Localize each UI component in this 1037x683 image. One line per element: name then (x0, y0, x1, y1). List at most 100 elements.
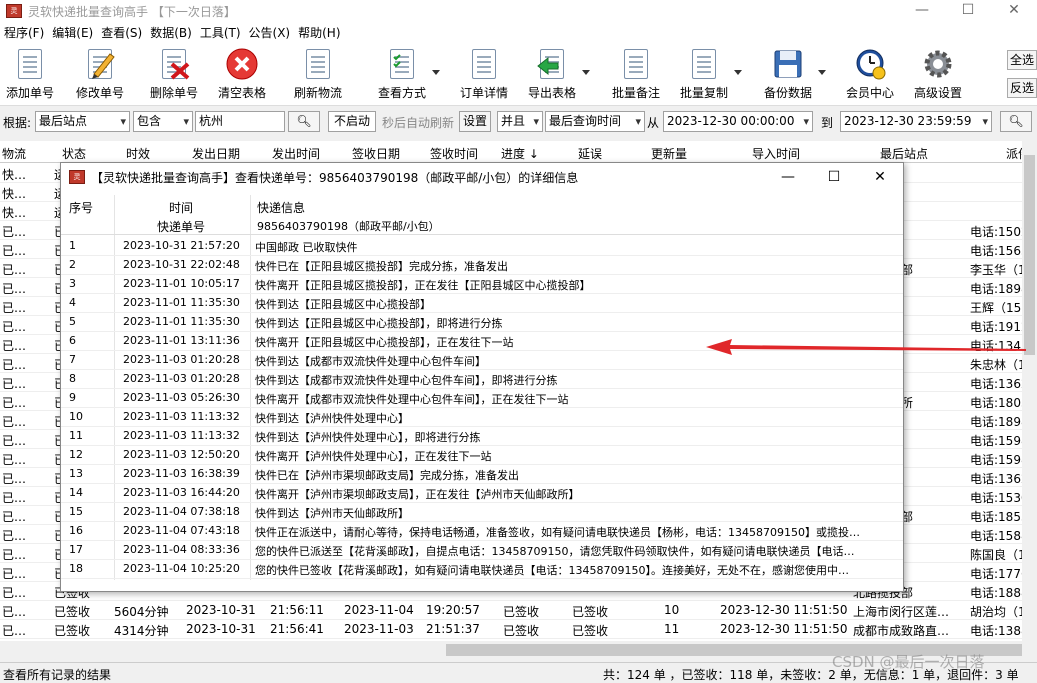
dialog-table-cell: 快件已在【泸州市渠坝邮政支局】完成分拣，准备发出 (255, 469, 519, 482)
dialog-table-row[interactable]: 5 2023-11-01 11:35:30 快件到达【正阳县城区中心揽投部】，即将进… (61, 313, 903, 332)
advanced-settings-button[interactable]: 高级设置 (912, 46, 964, 102)
col-updates[interactable]: 更新量 (651, 145, 687, 162)
settings-button[interactable]: 设置 (459, 111, 491, 132)
filter-search-button[interactable]: 🔍︎ (288, 111, 320, 132)
dialog-table-row[interactable]: 12 2023-11-03 12:50:20 快件离开【泸州快件处理中心】，正在发往… (61, 446, 903, 465)
dialog-close-button[interactable]: ✕ (857, 163, 903, 191)
edit-number-button[interactable]: 修改单号 (74, 46, 126, 102)
col-sign-time[interactable]: 签收时间 (430, 145, 478, 162)
refresh-logistics-button[interactable]: 刷新物流 (292, 46, 344, 102)
table-cell: 陈国良（1 (970, 548, 1022, 562)
batch-note-button[interactable]: 批量备注 (610, 46, 662, 102)
menu-program[interactable]: 程序(F) (0, 24, 48, 41)
dialog-table-row[interactable]: 15 2023-11-04 07:38:18 快件到达【泸州市天仙邮政所】 (61, 503, 903, 522)
table-row[interactable]: 已… 已签收 4314分钟 2023-10-31 21:56:41 2023-11-03 2… (0, 620, 1022, 639)
col-send-time[interactable]: 发出时间 (272, 145, 320, 162)
dialog-table-cell: 2023-10-31 21:57:20 (123, 239, 240, 252)
filter-value-input[interactable]: 杭州 (195, 111, 285, 132)
dialog-table-cell: 12 (69, 448, 83, 461)
menu-edit[interactable]: 编辑(E) (48, 24, 97, 41)
menu-notice[interactable]: 公告(X) (245, 24, 295, 41)
dialog-table-row[interactable]: 4 2023-11-01 11:35:30 快件到达【正阳县城区中心揽投部】 (61, 294, 903, 313)
col-status[interactable]: 状态 (62, 145, 86, 162)
dialog-table-row[interactable]: 3 2023-11-01 10:05:17 快件离开【正阳县城区揽投部】，正在发往【… (61, 275, 903, 294)
table-cell: 已签收 (572, 624, 609, 638)
dialog-table-row[interactable]: 17 2023-11-04 08:33:36 您的快件已派送至【花背溪邮政】，自提点… (61, 541, 903, 560)
menu-help[interactable]: 帮助(H) (294, 24, 344, 41)
table-cell: 已… (2, 567, 27, 581)
col-logistics[interactable]: 物流 (2, 145, 26, 162)
dialog-table-cell: 7 (69, 353, 76, 366)
col-sign-date[interactable]: 签收日期 (352, 145, 400, 162)
dialog-table-cell: 快件离开【泸州市渠坝邮政支局】，正在发往【泸州市天仙邮政所】 (255, 488, 580, 501)
dialog-table-cell: 快件到达【泸州快件处理中心】 (255, 412, 409, 425)
delete-number-button[interactable]: 删除单号 (148, 46, 200, 102)
dialog-table-row[interactable]: 9 2023-11-03 05:26:30 快件离开【成都市双流快件处理中心包件车间… (61, 389, 903, 408)
auto-refresh-toggle[interactable]: 不启动 (328, 111, 376, 132)
dialog-table-row[interactable]: 16 2023-11-04 07:43:18 快件正在派送中，请耐心等待，保持电话畅… (61, 522, 903, 541)
gear-icon (922, 48, 954, 80)
dialog-table-cell: 快件到达【正阳县城区中心揽投部】 (255, 298, 431, 311)
select-all-button[interactable]: 全选 (1007, 50, 1037, 70)
minimize-button[interactable]: — (899, 0, 945, 22)
col-progress[interactable]: 进度 ↓ (501, 145, 539, 162)
table-cell: 王辉（152 (970, 301, 1022, 315)
order-detail-button[interactable]: 订单详情 (458, 46, 510, 102)
dialog-table-row[interactable]: 2 2023-10-31 22:02:48 快件已在【正阳县城区揽投部】完成分拣，准… (61, 256, 903, 275)
logic-select[interactable]: 并且 (497, 111, 543, 132)
copy-dropdown-icon[interactable] (734, 70, 742, 75)
clear-table-button[interactable]: 清空表格 (216, 46, 268, 102)
time-field-select[interactable]: 最后查询时间 (545, 111, 645, 132)
vertical-scrollbar[interactable] (1022, 141, 1037, 641)
dialog-maximize-button[interactable]: ☐ (811, 163, 857, 191)
col-duration[interactable]: 时效 (126, 145, 150, 162)
time-search-button[interactable]: 🔍︎ (1000, 111, 1032, 132)
to-date-picker[interactable]: 2023-12-30 23:59:59 (840, 111, 992, 132)
backup-data-button[interactable]: 备份数据 (762, 46, 826, 102)
dialog-table-row[interactable]: 18 2023-11-04 10:25:20 您的快件已签收【花背溪邮政】，如有疑问… (61, 560, 903, 579)
dialog-app-icon: 灵 (69, 170, 85, 184)
table-cell: 已… (2, 282, 27, 296)
table-cell: 已… (2, 301, 27, 315)
batch-copy-button[interactable]: 批量复制 (678, 46, 742, 102)
table-cell: 已… (2, 434, 27, 448)
dialog-table-cell: 快件已在【正阳县城区揽投部】完成分拣，准备发出 (255, 260, 508, 273)
export-dropdown-icon[interactable] (582, 70, 590, 75)
col-send-date[interactable]: 发出日期 (192, 145, 240, 162)
export-table-button[interactable]: 导出表格 (526, 46, 590, 102)
dialog-table-cell: 2023-11-04 07:38:18 (123, 505, 240, 518)
menu-data[interactable]: 数据(B) (146, 24, 196, 41)
from-date-picker[interactable]: 2023-12-30 00:00:00 (663, 111, 813, 132)
menu-view[interactable]: 查看(S) (97, 24, 146, 41)
filter-op-select[interactable]: 包含 (133, 111, 193, 132)
dialog-table-row[interactable]: 14 2023-11-03 16:44:20 快件离开【泸州市渠坝邮政支局】，正在发… (61, 484, 903, 503)
col-import-time[interactable]: 导入时间 (752, 145, 800, 162)
dialog-table-row[interactable]: 10 2023-11-03 11:13:32 快件到达【泸州快件处理中心】 (61, 408, 903, 427)
col-courier[interactable]: 派件 (1006, 145, 1022, 162)
add-number-button[interactable]: 添加单号 (4, 46, 56, 102)
col-last-station[interactable]: 最后站点 (880, 145, 928, 162)
filter-field-select[interactable]: 最后站点 (35, 111, 130, 132)
dialog-table-cell: 2023-11-01 13:11:36 (123, 334, 240, 347)
dialog-table-row[interactable]: 13 2023-11-03 16:38:39 快件已在【泸州市渠坝邮政支局】完成分拣… (61, 465, 903, 484)
menu-tools[interactable]: 工具(T) (196, 24, 245, 41)
dialog-table-cell: 6 (69, 334, 76, 347)
dialog-minimize-button[interactable]: — (765, 163, 811, 191)
table-row[interactable]: 已… 已签收 5604分钟 2023-10-31 21:56:11 2023-11-04 1… (0, 601, 1022, 620)
invert-select-button[interactable]: 反选 (1007, 78, 1037, 98)
maximize-button[interactable]: ☐ (945, 0, 991, 22)
col-delay[interactable]: 延误 (578, 145, 602, 162)
dialog-table-row[interactable]: 11 2023-11-03 11:13:32 快件到达【泸州快件处理中心】，即将进行… (61, 427, 903, 446)
table-cell: 已… (2, 548, 27, 562)
clear-x-icon (226, 48, 258, 80)
dialog-table-row[interactable]: 8 2023-11-03 01:20:28 快件到达【成都市双流快件处理中心包件车间… (61, 370, 903, 389)
view-mode-dropdown-icon[interactable] (432, 70, 440, 75)
table-cell: 已签收 (503, 605, 540, 619)
dialog-table-row[interactable]: 1 2023-10-31 21:57:20 中国邮政 已收取快件 (61, 237, 903, 256)
member-center-button[interactable]: 会员中心 (844, 46, 896, 102)
table-cell: 2023-12-30 11:51:50 (720, 603, 848, 617)
view-mode-button[interactable]: 查看方式 (376, 46, 440, 102)
table-cell: 上海市闵行区莲… (853, 605, 950, 619)
backup-dropdown-icon[interactable] (818, 70, 826, 75)
close-button[interactable]: ✕ (991, 0, 1037, 22)
